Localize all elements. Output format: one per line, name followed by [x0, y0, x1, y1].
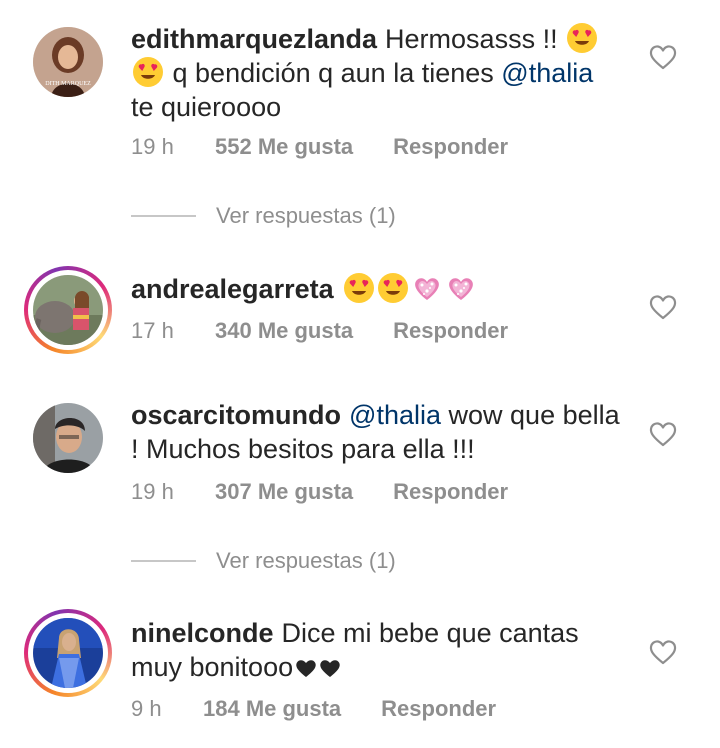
likes-count[interactable]: 340 Me gusta — [215, 318, 353, 344]
mention-link[interactable]: @thalia — [349, 400, 441, 430]
heart-eyes-emoji — [377, 272, 409, 304]
likes-count[interactable]: 184 Me gusta — [203, 696, 341, 722]
heart-outline-icon[interactable] — [648, 293, 678, 321]
comment-text-part: te quieroooo — [131, 92, 282, 122]
avatar[interactable] — [24, 609, 112, 697]
heart-eyes-emoji — [343, 272, 375, 304]
view-replies-label[interactable]: Ver respuestas (1) — [216, 548, 396, 574]
reply-button[interactable]: Responder — [393, 134, 508, 160]
comment-text-part: muy bonitooo — [131, 652, 294, 682]
heart-eyes-emoji — [566, 22, 598, 54]
divider — [131, 215, 196, 217]
comment-meta: 9 h 184 Me gusta Responder — [131, 696, 496, 722]
view-replies[interactable]: Ver respuestas (1) — [131, 203, 396, 229]
view-replies-label[interactable]: Ver respuestas (1) — [216, 203, 396, 229]
avatar[interactable] — [24, 266, 112, 354]
reply-button[interactable]: Responder — [393, 479, 508, 505]
username[interactable]: ninelconde — [131, 618, 274, 648]
likes-count[interactable]: 552 Me gusta — [215, 134, 353, 160]
black-heart-emoji — [319, 658, 341, 678]
username[interactable]: andrealegarreta — [131, 274, 334, 304]
heart-outline-icon[interactable] — [648, 420, 678, 448]
reply-button[interactable]: Responder — [381, 696, 496, 722]
username[interactable]: oscarcitomundo — [131, 400, 341, 430]
comment-text-part: q bendición q aun la tienes — [172, 58, 494, 88]
comment-text-part: wow que bella — [448, 400, 620, 430]
black-heart-emoji — [295, 658, 317, 678]
comment-text-part: Dice mi bebe que cantas — [281, 618, 579, 648]
comment-text: edithmarquezlanda Hermosasss !! q bendici… — [131, 22, 631, 124]
comment-text-part: Hermosasss !! — [385, 24, 558, 54]
timestamp: 9 h — [131, 696, 162, 721]
reply-button[interactable]: Responder — [393, 318, 508, 344]
likes-count[interactable]: 307 Me gusta — [215, 479, 353, 505]
comment-text: ninelconde Dice mi bebe que cantas muy bo… — [131, 616, 631, 684]
comment-meta: 19 h 552 Me gusta Responder — [131, 134, 508, 160]
comment-text: oscarcitomundo @thalia wow que bella ! Mu… — [131, 398, 631, 466]
timestamp: 17 h — [131, 318, 174, 343]
heart-outline-icon[interactable] — [648, 638, 678, 666]
comment-text-part: ! Muchos besitos para ella !!! — [131, 434, 475, 464]
avatar-lettering: DITH MARQUEZ — [45, 81, 91, 87]
timestamp: 19 h — [131, 134, 174, 159]
mention-link[interactable]: @thalia — [501, 58, 593, 88]
heart-eyes-emoji — [132, 56, 164, 88]
sparkling-heart-emoji — [445, 272, 477, 304]
comment-meta: 19 h 307 Me gusta Responder — [131, 479, 508, 505]
view-replies[interactable]: Ver respuestas (1) — [131, 548, 396, 574]
avatar[interactable]: DITH MARQUEZ — [24, 18, 112, 106]
username[interactable]: edithmarquezlanda — [131, 24, 377, 54]
sparkling-heart-emoji — [411, 272, 443, 304]
heart-outline-icon[interactable] — [648, 43, 678, 71]
comment-meta: 17 h 340 Me gusta Responder — [131, 318, 508, 344]
avatar[interactable] — [24, 394, 112, 482]
comment-text: andrealegarreta — [131, 272, 631, 306]
divider — [131, 560, 196, 562]
timestamp: 19 h — [131, 479, 174, 504]
